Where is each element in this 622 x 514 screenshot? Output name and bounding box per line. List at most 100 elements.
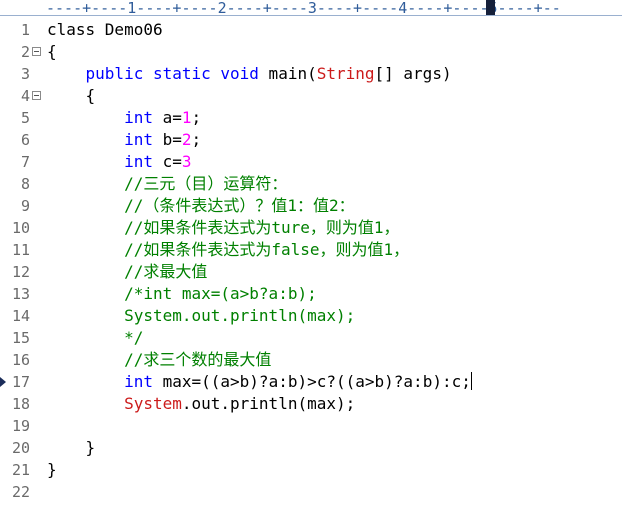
line-number: 1 [20, 21, 30, 39]
code-line[interactable]: 3 public static void main(String[] args) [0, 63, 622, 85]
code-line[interactable]: 16 //求三个数的最大值 [0, 349, 622, 371]
code-line[interactable]: 18 System.out.println(max); [0, 393, 622, 415]
line-number: 2 [20, 43, 30, 61]
code-text[interactable]: class Demo06 [47, 19, 163, 41]
code-line[interactable]: 20 } [0, 437, 622, 459]
code-line[interactable]: 17 int max=((a>b)?a:b)>c?((a>b)?a:b):c; [0, 371, 622, 393]
code-token: max=((a>b)?a:b)>c?((a>b)?a:b):c; [152, 372, 471, 391]
line-number: 9 [20, 197, 30, 215]
code-text[interactable]: { [47, 85, 96, 107]
line-number: 13 [11, 285, 30, 303]
code-line[interactable]: 2{ [0, 41, 622, 63]
fold-collapse-icon[interactable] [32, 91, 41, 100]
code-token: //如果条件表达式为ture，则为值1， [124, 218, 400, 237]
code-line[interactable]: 1 class Demo06 [0, 19, 622, 41]
line-number: 7 [20, 153, 30, 171]
code-token: String [316, 64, 375, 83]
line-number: 16 [11, 351, 30, 369]
code-line[interactable]: 11 //如果条件表达式为false，则为值1， [0, 239, 622, 261]
code-text[interactable]: */ [47, 327, 143, 349]
code-token: public static void [85, 64, 259, 83]
code-token: int [124, 130, 153, 149]
fold-collapse-icon[interactable] [32, 47, 41, 56]
line-number: 4 [20, 87, 30, 105]
code-text[interactable]: } [47, 459, 57, 481]
code-line[interactable]: 4 { [0, 85, 622, 107]
code-line[interactable]: 6 int b=2; [0, 129, 622, 151]
line-number: 6 [20, 131, 30, 149]
code-line[interactable]: 19 [0, 415, 622, 437]
code-token: ; [191, 108, 202, 127]
code-text[interactable]: //（条件表达式）？值1：值2： [47, 195, 355, 217]
code-line[interactable]: 8 //三元（目）运算符： [0, 173, 622, 195]
code-line[interactable]: 14 System.out.println(max); [0, 305, 622, 327]
code-line[interactable]: 21} [0, 459, 622, 481]
line-number: 15 [11, 329, 30, 347]
code-token: a= [152, 108, 182, 127]
code-line[interactable]: 13 /*int max=(a>b?a:b); [0, 283, 622, 305]
code-editor[interactable]: 1 class Demo06 2{3 public static void main… [0, 19, 622, 503]
code-text[interactable]: System.out.println(max); [47, 305, 355, 327]
line-number: 22 [11, 483, 30, 501]
code-token: } [47, 438, 96, 457]
line-number: 18 [11, 395, 30, 413]
column-ruler: ----+----1----+----2----+----3----+----4… [0, 0, 622, 16]
code-text[interactable]: int max=((a>b)?a:b)>c?((a>b)?a:b):c; [47, 371, 472, 393]
code-line[interactable]: 22 [0, 481, 622, 503]
code-line[interactable]: 5 int a=1; [0, 107, 622, 129]
code-text[interactable]: System.out.println(max); [47, 393, 355, 415]
code-token: [] args) [374, 64, 452, 83]
code-text[interactable]: //求三个数的最大值 [47, 349, 271, 371]
code-token: System [124, 394, 182, 413]
code-token: { [47, 86, 96, 105]
code-token: { [47, 42, 57, 61]
code-text[interactable]: //如果条件表达式为false，则为值1， [47, 239, 409, 261]
code-text[interactable]: public static void main(String[] args) [47, 63, 452, 85]
code-text[interactable]: { [47, 41, 57, 63]
code-token: c= [152, 152, 182, 171]
line-number: 21 [11, 461, 30, 479]
code-text[interactable]: //如果条件表达式为ture，则为值1， [47, 217, 400, 239]
code-text[interactable]: } [47, 437, 96, 459]
code-token: int [124, 108, 153, 127]
code-token: ; [191, 130, 202, 149]
code-token: int [124, 152, 153, 171]
code-line[interactable]: 15 */ [0, 327, 622, 349]
code-text[interactable]: int c=3 [47, 151, 191, 173]
line-number: 8 [20, 175, 30, 193]
line-number: 20 [11, 439, 30, 457]
line-number: 12 [11, 263, 30, 281]
line-number: 5 [20, 109, 30, 127]
line-number: 19 [11, 417, 30, 435]
code-token: .out.println(max); [181, 394, 356, 413]
code-token: //（条件表达式）？值1：值2： [124, 196, 355, 215]
code-text[interactable]: int b=2; [47, 129, 201, 151]
code-line[interactable]: 10 //如果条件表达式为ture，则为值1， [0, 217, 622, 239]
ruler-scale: ----+----1----+----2----+----3----+----4… [46, 0, 561, 16]
code-token: //如果条件表达式为false，则为值1， [124, 240, 410, 259]
code-token: */ [124, 328, 144, 347]
code-text[interactable]: //三元（目）运算符： [47, 173, 287, 195]
code-text[interactable]: //求最大值 [47, 261, 207, 283]
code-token: //求三个数的最大值 [124, 350, 272, 369]
code-line[interactable]: 9 //（条件表达式）？值1：值2： [0, 195, 622, 217]
code-text[interactable]: /*int max=(a>b?a:b); [47, 283, 317, 305]
code-token: System.out.println(max); [124, 306, 356, 325]
code-line[interactable]: 7 int c=3 [0, 151, 622, 173]
line-number: 14 [11, 307, 30, 325]
code-token: main( [258, 64, 317, 83]
code-line[interactable]: 12 //求最大值 [0, 261, 622, 283]
code-token: b= [152, 130, 182, 149]
code-text[interactable]: int a=1; [47, 107, 201, 129]
